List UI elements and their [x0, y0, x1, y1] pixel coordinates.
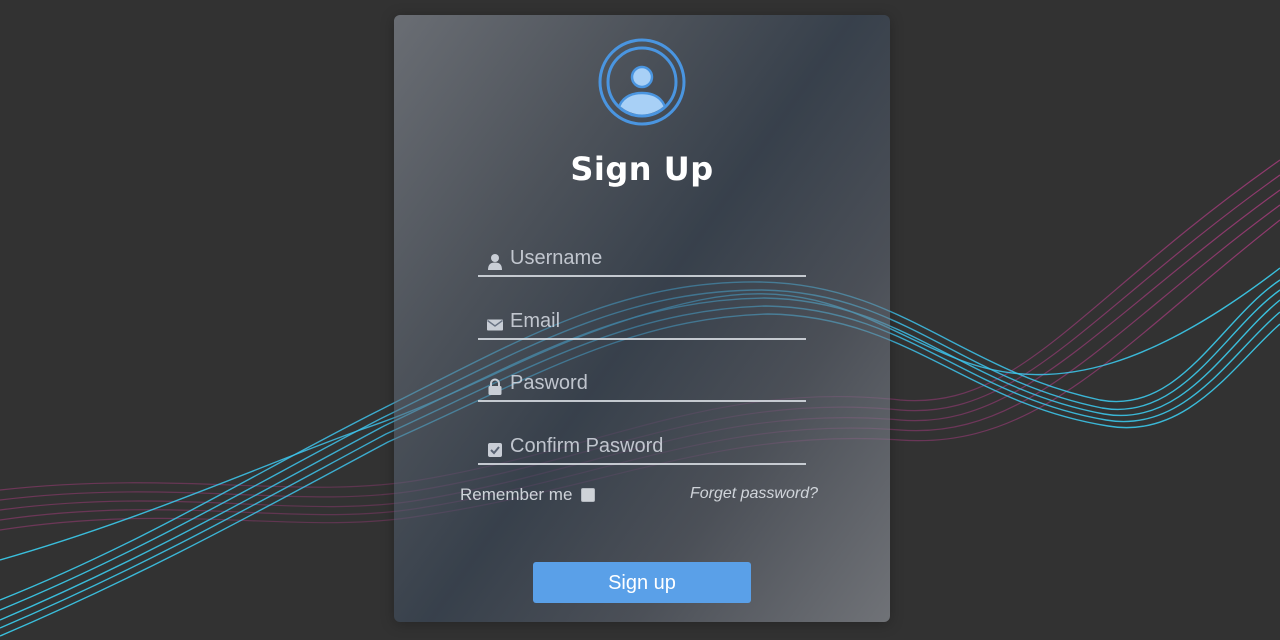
password-field[interactable] — [478, 364, 806, 402]
email-field[interactable] — [478, 302, 806, 340]
username-input[interactable] — [510, 243, 802, 273]
avatar-icon — [598, 38, 686, 126]
signup-card: Sign Up Username Email Remember me Forge… — [394, 15, 890, 622]
user-icon — [488, 254, 502, 270]
username-field[interactable] — [478, 239, 806, 277]
envelope-icon — [487, 319, 503, 331]
password-input[interactable] — [510, 368, 802, 398]
forget-password-link[interactable]: Forget password? — [690, 485, 818, 503]
remember-me-checkbox[interactable] — [581, 488, 596, 502]
checkbox-icon — [488, 443, 502, 457]
remember-me[interactable]: Remember me — [460, 485, 596, 505]
email-input[interactable] — [510, 306, 802, 336]
signup-button[interactable]: Sign up — [533, 562, 751, 603]
remember-me-label: Remember me — [460, 485, 573, 504]
confirm-password-field[interactable] — [478, 427, 806, 465]
confirm-password-input[interactable] — [510, 431, 802, 461]
lock-icon — [488, 378, 502, 395]
page-background: Sign Up Username Email Remember me Forge… — [0, 0, 1280, 640]
page-title: Sign Up — [570, 150, 714, 188]
